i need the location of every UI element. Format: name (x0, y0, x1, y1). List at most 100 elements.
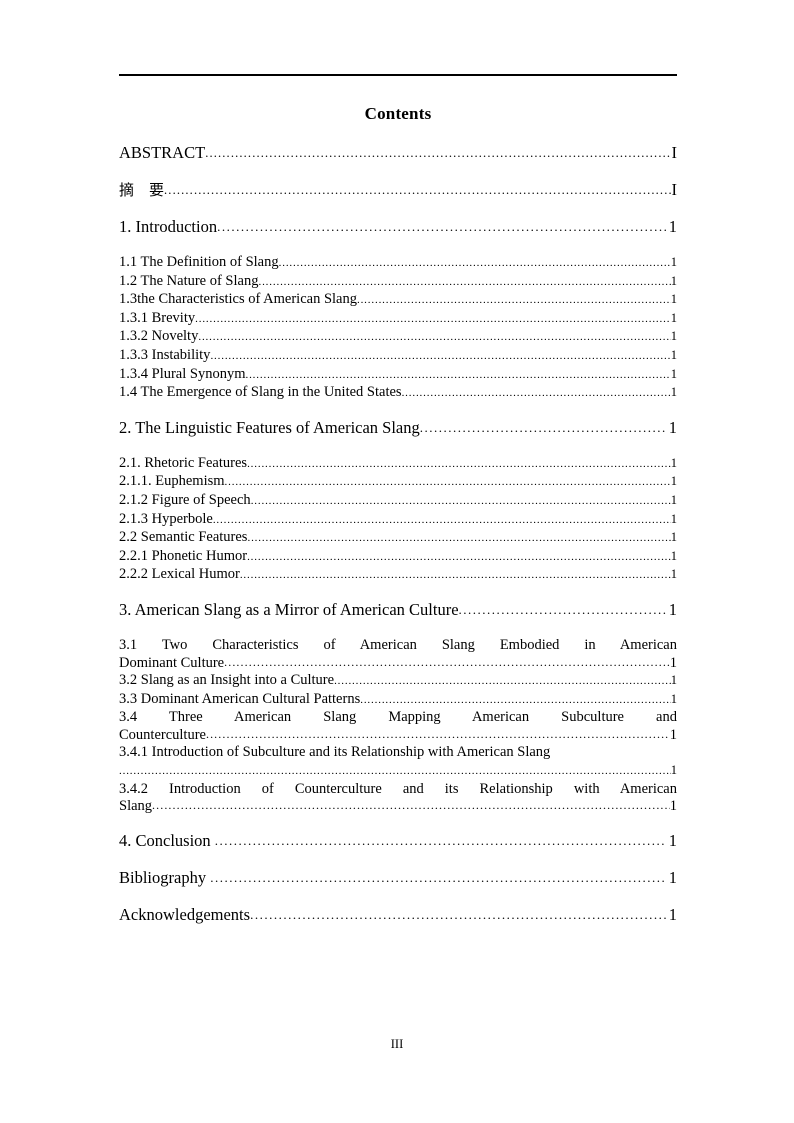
toc-entry-page: 1 (670, 455, 677, 470)
dot-leader (213, 512, 671, 530)
toc-entry-page: 1 (668, 830, 677, 850)
dot-leader (245, 367, 670, 385)
toc-entry-label-line2: Slang (119, 798, 153, 815)
toc-entry-page: 1 (670, 255, 677, 269)
toc-entry-2-1[interactable]: 2.1. Rhetoric Features 1 (119, 455, 677, 474)
toc-entry-1-3[interactable]: 1.3the Characteristics of American Slang… (119, 291, 677, 310)
toc-entry-label-line1: 3.4.1 Introduction of Subculture and its… (119, 744, 551, 761)
folio-page-number: III (390, 1037, 404, 1051)
toc-entry-page: 1 (669, 726, 677, 743)
toc-entry-page: 1 (670, 673, 677, 688)
toc-entry-label: 1.3the Characteristics of American Slang (119, 291, 357, 308)
toc-entry-page: 1 (669, 654, 677, 671)
dot-leader (119, 763, 671, 781)
toc-entry-1-3-1[interactable]: 1.3.1 Brevity 1 (119, 310, 677, 329)
toc-entry-page: 1 (669, 798, 677, 815)
dot-leader (334, 673, 671, 691)
toc-entry-page: 1 (670, 474, 677, 489)
page-title: Contents (364, 104, 432, 123)
toc-entry-1-3-2[interactable]: 1.3.2 Novelty 1 (119, 328, 677, 347)
toc-entry-3-2[interactable]: 3.2 Slang as an Insight into a Culture 1 (119, 672, 677, 691)
toc-entry-3-3[interactable]: 3.3 Dominant American Cultural Patterns … (119, 691, 677, 710)
toc-entry-page: I (671, 143, 678, 162)
toc-entry-label: 摘 要 (119, 181, 165, 199)
toc-entry-label: Acknowledgements (119, 904, 251, 924)
toc-entry-page: 1 (670, 273, 677, 288)
toc-entry-chapter-2[interactable]: 2. The Linguistic Features of American S… (119, 418, 677, 439)
toc-entry-label: Bibliography (119, 867, 211, 887)
toc-entry-1-3-4[interactable]: 1.3.4 Plural Synonym 1 (119, 366, 677, 385)
toc-entry-2-1-2[interactable]: 2.1.2 Figure of Speech 1 (119, 492, 677, 511)
toc-entry-page: 1 (670, 347, 677, 362)
table-of-contents: ABSTRACT I 摘 要 I 1. Introduction 1 (119, 143, 677, 942)
toc-entry-1-4[interactable]: 1.4 The Emergence of Slang in the United… (119, 384, 677, 403)
toc-entry-page: 1 (670, 492, 677, 507)
toc-entry-2-2-2[interactable]: 2.2.2 Lexical Humor 1 (119, 566, 677, 585)
toc-entry-label-line1: 3.4.2 Introduction of Counterculture and… (119, 780, 677, 797)
toc-entry-abstract-cn[interactable]: 摘 要 I (119, 180, 677, 201)
toc-entry-label: 3. American Slang as a Mirror of America… (119, 599, 459, 619)
dot-leader (224, 654, 670, 672)
toc-entry-1-3-3[interactable]: 1.3.3 Instability 1 (119, 347, 677, 366)
toc-entry-bibliography[interactable]: Bibliography 1 (119, 868, 677, 889)
toc-entry-label-line1: 3.1 Two Characteristics of American Slan… (119, 636, 677, 653)
toc-entry-page: 1 (670, 567, 677, 582)
toc-entry-acknowledgements[interactable]: Acknowledgements 1 (119, 905, 677, 926)
toc-entry-label: ABSTRACT (119, 143, 206, 162)
toc-entry-label: 1.1 The Definition of Slang (119, 254, 279, 270)
toc-entry-3-1[interactable]: 3.1 Two Characteristics of American Slan… (119, 637, 677, 672)
toc-entry-page: 1 (668, 217, 677, 236)
toc-entry-label-line2: Counterculture (119, 726, 206, 743)
toc-entry-page: 1 (670, 366, 677, 381)
toc-entry-label: 1.4 The Emergence of Slang in the United… (119, 384, 402, 401)
dot-leader (195, 311, 671, 329)
dot-leader (258, 274, 670, 292)
dot-leader (247, 549, 671, 567)
toc-entry-chapter-1[interactable]: 1. Introduction 1 (119, 217, 677, 238)
toc-entry-page: 1 (670, 329, 677, 344)
dot-leader (250, 905, 666, 925)
toc-entry-label: 4. Conclusion (119, 830, 215, 850)
dot-leader (198, 329, 670, 347)
toc-entry-label: 1.3.3 Instability (119, 346, 211, 363)
toc-entry-3-4[interactable]: 3.4 Three American Slang Mapping America… (119, 709, 677, 744)
dot-leader (357, 292, 671, 310)
toc-entry-label: 1.2 The Nature of Slang (119, 272, 259, 289)
toc-entry-2-1-1[interactable]: 2.1.1. Euphemism 1 (119, 473, 677, 492)
toc-entry-2-2[interactable]: 2.2 Semantic Features 1 (119, 529, 677, 548)
toc-subsection-group-2: 2.1. Rhetoric Features 1 2.1.1. Euphemis… (119, 455, 677, 585)
toc-entry-page: 1 (668, 417, 677, 437)
dot-leader (402, 385, 671, 403)
toc-entry-3-4-1[interactable]: 3.4.1 Introduction of Subculture and its… (119, 744, 677, 780)
toc-entry-1-2[interactable]: 1.2 The Nature of Slang 1 (119, 273, 677, 292)
toc-entry-2-1-3[interactable]: 2.1.3 Hyperbole 1 (119, 511, 677, 530)
toc-entry-page: I (671, 180, 678, 199)
toc-entry-chapter-4[interactable]: 4. Conclusion 1 (119, 831, 677, 852)
dot-leader (217, 217, 666, 237)
dot-leader (215, 831, 666, 851)
toc-entry-page: 1 (670, 691, 677, 706)
dot-leader (205, 143, 671, 163)
toc-entry-chapter-3[interactable]: 3. American Slang as a Mirror of America… (119, 600, 677, 621)
dot-leader (360, 692, 671, 710)
toc-entry-abstract[interactable]: ABSTRACT I (119, 143, 677, 164)
toc-entry-page: 1 (668, 599, 677, 619)
dot-leader (247, 530, 670, 548)
toc-entry-page: 1 (670, 292, 677, 307)
toc-entry-3-4-2[interactable]: 3.4.2 Introduction of Counterculture and… (119, 781, 677, 816)
dot-leader (210, 868, 666, 888)
toc-entry-page: 1 (670, 385, 677, 400)
dot-leader (279, 255, 671, 273)
toc-entry-page: 1 (670, 548, 677, 563)
dot-leader (164, 180, 671, 200)
document-page: Contents ABSTRACT I 摘 要 I 1. Introductio… (0, 0, 794, 1123)
toc-entry-label: 3.2 Slang as an Insight into a Culture (119, 672, 335, 689)
toc-entry-label: 2.2 Semantic Features (119, 529, 248, 546)
toc-entry-label: 1.3.2 Novelty (119, 328, 199, 345)
header-rule (119, 74, 677, 76)
toc-entry-label: 2. The Linguistic Features of American S… (119, 417, 420, 437)
toc-entry-label-line2: Dominant Culture (119, 654, 225, 671)
toc-entry-2-2-1[interactable]: 2.2.1 Phonetic Humor 1 (119, 548, 677, 567)
toc-entry-1-1[interactable]: 1.1 The Definition of Slang 1 (119, 254, 677, 273)
toc-subsection-group-1: 1.1 The Definition of Slang 1 1.2 The Na… (119, 254, 677, 403)
